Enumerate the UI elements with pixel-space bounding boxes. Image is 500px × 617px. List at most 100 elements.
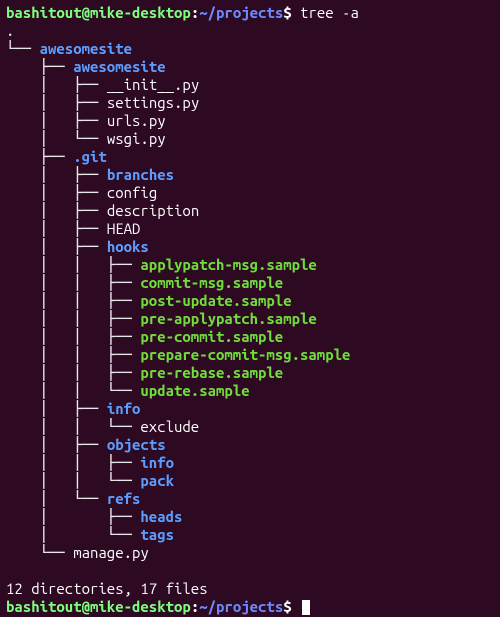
tree-root: . bbox=[6, 22, 494, 40]
prompt-dollar: $ bbox=[283, 4, 291, 21]
tree-exec-name: pre-commit.sample bbox=[140, 328, 283, 345]
cursor-icon bbox=[302, 600, 310, 615]
tree-dir-name: pack bbox=[140, 472, 174, 489]
tree-line: │ ├── heads bbox=[6, 508, 494, 526]
tree-line: │ │ └── pack bbox=[6, 472, 494, 490]
tree-line: ├── .git bbox=[6, 148, 494, 166]
tree-prefix: │ ├── bbox=[6, 436, 107, 453]
tree-line: │ └── refs bbox=[6, 490, 494, 508]
tree-prefix: ├── bbox=[6, 148, 73, 165]
tree-prefix: │ ├── bbox=[6, 508, 140, 525]
tree-dir-name: awesomesite bbox=[73, 58, 165, 75]
tree-dir-name: hooks bbox=[107, 238, 149, 255]
tree-line: │ │ ├── post-update.sample bbox=[6, 292, 494, 310]
tree-line: │ │ └── exclude bbox=[6, 418, 494, 436]
tree-line: │ ├── branches bbox=[6, 166, 494, 184]
tree-line: │ │ ├── prepare-commit-msg.sample bbox=[6, 346, 494, 364]
tree-line: │ │ ├── applypatch-msg.sample bbox=[6, 256, 494, 274]
tree-line: │ ├── config bbox=[6, 184, 494, 202]
tree-exec-name: commit-msg.sample bbox=[140, 274, 283, 291]
tree-dir-name: objects bbox=[107, 436, 166, 453]
tree-prefix: │ │ ├── bbox=[6, 454, 140, 471]
tree-line: │ │ ├── pre-applypatch.sample bbox=[6, 310, 494, 328]
tree-prefix: │ │ └── bbox=[6, 418, 140, 435]
tree-dir-name: info bbox=[140, 454, 174, 471]
tree-line: │ │ └── update.sample bbox=[6, 382, 494, 400]
tree-dir-name: info bbox=[107, 400, 141, 417]
tree-prefix: │ │ └── bbox=[6, 382, 140, 399]
tree-prefix: │ ├── bbox=[6, 238, 107, 255]
tree-prefix: ├── bbox=[6, 58, 73, 75]
tree-file-name: description bbox=[107, 202, 199, 219]
tree-prefix: │ ├── bbox=[6, 94, 107, 111]
tree-line: └── awesomesite bbox=[6, 40, 494, 58]
blank-line bbox=[6, 562, 494, 580]
tree-prefix: │ └── bbox=[6, 526, 140, 543]
tree-line: │ ├── __init__.py bbox=[6, 76, 494, 94]
tree-exec-name: update.sample bbox=[140, 382, 249, 399]
tree-dir-name: tags bbox=[140, 526, 174, 543]
prompt-path: ~/projects bbox=[199, 4, 283, 21]
tree-prefix: │ │ └── bbox=[6, 472, 140, 489]
tree-file-name: manage.py bbox=[73, 544, 149, 561]
tree-line: │ ├── HEAD bbox=[6, 220, 494, 238]
tree-prefix: │ ├── bbox=[6, 76, 107, 93]
prompt-line-2[interactable]: bashitout@mike-desktop:~/projects$ bbox=[6, 598, 494, 616]
tree-line: │ │ ├── info bbox=[6, 454, 494, 472]
tree-prefix: │ │ ├── bbox=[6, 346, 140, 363]
tree-prefix: │ ├── bbox=[6, 202, 107, 219]
tree-line: │ │ ├── commit-msg.sample bbox=[6, 274, 494, 292]
tree-prefix: │ ├── bbox=[6, 112, 107, 129]
tree-output: . └── awesomesite ├── awesomesite │ ├── … bbox=[6, 22, 494, 562]
tree-file-name: urls.py bbox=[107, 112, 166, 129]
tree-line: │ ├── settings.py bbox=[6, 94, 494, 112]
tree-dir-name: awesomesite bbox=[40, 40, 132, 57]
tree-prefix: └── bbox=[6, 544, 73, 561]
tree-prefix: │ │ ├── bbox=[6, 274, 140, 291]
tree-line: ├── awesomesite bbox=[6, 58, 494, 76]
tree-line: │ ├── urls.py bbox=[6, 112, 494, 130]
tree-line: │ ├── hooks bbox=[6, 238, 494, 256]
tree-exec-name: pre-applypatch.sample bbox=[140, 310, 316, 327]
tree-exec-name: post-update.sample bbox=[140, 292, 291, 309]
command-text: tree -a bbox=[292, 4, 359, 21]
tree-prefix: │ │ ├── bbox=[6, 310, 140, 327]
prompt-userhost: bashitout@mike-desktop bbox=[6, 4, 191, 21]
tree-dir-name: .git bbox=[73, 148, 107, 165]
tree-prefix: │ │ ├── bbox=[6, 256, 140, 273]
tree-prefix: │ └── bbox=[6, 130, 107, 147]
tree-line: │ ├── info bbox=[6, 400, 494, 418]
tree-exec-name: applypatch-msg.sample bbox=[140, 256, 316, 273]
tree-line: │ ├── description bbox=[6, 202, 494, 220]
tree-line: └── manage.py bbox=[6, 544, 494, 562]
tree-file-name: exclude bbox=[140, 418, 199, 435]
prompt-dollar: $ bbox=[283, 598, 291, 615]
tree-prefix: │ ├── bbox=[6, 400, 107, 417]
tree-exec-name: prepare-commit-msg.sample bbox=[140, 346, 350, 363]
tree-file-name: settings.py bbox=[107, 94, 199, 111]
prompt-line-1: bashitout@mike-desktop:~/projects$ tree … bbox=[6, 4, 494, 22]
tree-line: │ │ ├── pre-rebase.sample bbox=[6, 364, 494, 382]
tree-dir-name: refs bbox=[107, 490, 141, 507]
tree-dir-name: branches bbox=[107, 166, 174, 183]
prompt-path: ~/projects bbox=[199, 598, 283, 615]
tree-prefix: │ │ ├── bbox=[6, 328, 140, 345]
tree-file-name: wsgi.py bbox=[107, 130, 166, 147]
tree-line: │ ├── objects bbox=[6, 436, 494, 454]
tree-dir-name: heads bbox=[140, 508, 182, 525]
tree-file-name: __init__.py bbox=[107, 76, 199, 93]
tree-file-name: config bbox=[107, 184, 157, 201]
tree-prefix: └── bbox=[6, 40, 40, 57]
tree-file-name: HEAD bbox=[107, 220, 141, 237]
prompt-userhost: bashitout@mike-desktop bbox=[6, 598, 191, 615]
prompt-colon: : bbox=[191, 4, 199, 21]
tree-prefix: │ └── bbox=[6, 490, 107, 507]
tree-line: │ └── wsgi.py bbox=[6, 130, 494, 148]
tree-prefix: │ ├── bbox=[6, 166, 107, 183]
tree-summary: 12 directories, 17 files bbox=[6, 580, 494, 598]
tree-prefix: │ ├── bbox=[6, 184, 107, 201]
tree-prefix: │ │ ├── bbox=[6, 292, 140, 309]
tree-line: │ │ ├── pre-commit.sample bbox=[6, 328, 494, 346]
tree-prefix: │ ├── bbox=[6, 220, 107, 237]
input-area[interactable] bbox=[292, 598, 300, 615]
